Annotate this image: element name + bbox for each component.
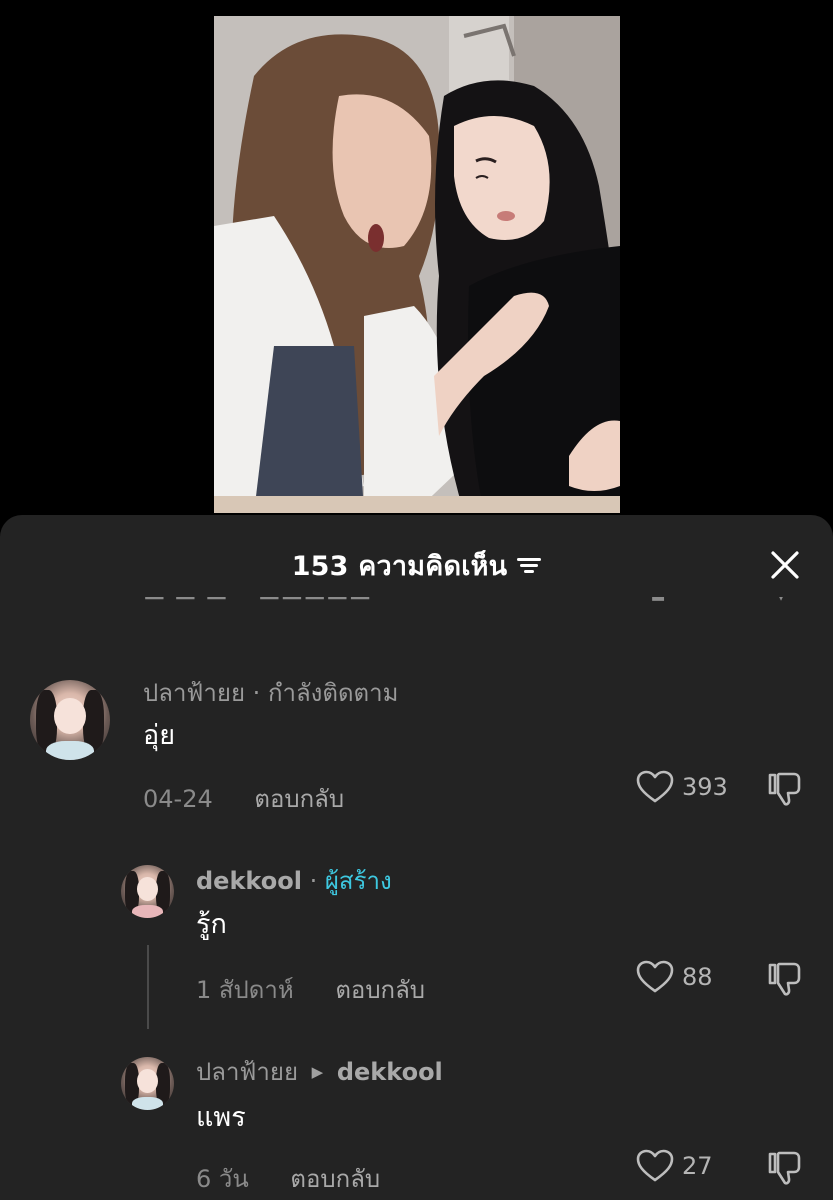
dislike-icon[interactable]	[766, 961, 804, 997]
reply-button[interactable]: ตอบกลับ	[254, 785, 344, 813]
comment-text: แพร	[196, 1102, 246, 1133]
following-status: กำลังติดตาม	[267, 679, 399, 707]
scrolled-off-reply: ▬▬▬▬▬	[258, 597, 371, 607]
scrolled-off-dislike: ▾	[775, 597, 787, 607]
thread-line	[147, 945, 149, 1029]
like-count: 88	[682, 963, 713, 991]
comment-footer: 1 สัปดาห์ ตอบกลับ	[196, 970, 425, 1009]
close-icon[interactable]	[769, 549, 801, 581]
comment-date: 04-24	[143, 785, 213, 813]
comment-meta: dekkool · ผู้สร้าง	[196, 861, 392, 900]
comments-sheet: 153 ความคิดเห็น ▬ ▬ ▬ ▬▬▬▬▬ ▪ ▾ ปลาฟ้ายย…	[0, 515, 833, 1200]
filter-icon[interactable]	[517, 555, 542, 575]
comment-username[interactable]: ปลาฟ้ายย	[196, 1058, 298, 1086]
comment-text: รู้ก	[196, 909, 227, 940]
comment-date: 6 วัน	[196, 1165, 249, 1193]
scrolled-off-date: ▬ ▬ ▬	[143, 597, 228, 607]
comment-meta: ปลาฟ้ายย ▶ dekkool	[196, 1052, 443, 1091]
reply-arrow-icon: ▶	[311, 1063, 324, 1081]
scrolled-off-row: ▬ ▬ ▬ ▬▬▬▬▬ ▪ ▾	[0, 597, 833, 611]
comment-text: อุ่ย	[143, 720, 176, 751]
avatar[interactable]	[30, 680, 110, 760]
dislike-icon[interactable]	[766, 771, 804, 807]
creator-badge: ผู้สร้าง	[324, 867, 392, 895]
video-frame	[214, 16, 620, 513]
meta-separator: ·	[252, 679, 261, 707]
avatar[interactable]	[121, 1057, 174, 1110]
comment-username[interactable]: dekkool	[196, 867, 302, 895]
dislike-icon[interactable]	[766, 1150, 804, 1186]
reply-button[interactable]: ตอบกลับ	[290, 1165, 380, 1193]
comment-username[interactable]: ปลาฟ้ายย	[143, 679, 245, 707]
comment-meta: ปลาฟ้ายย · กำลังติดตาม	[143, 673, 398, 712]
like-button[interactable]: 393	[636, 770, 728, 804]
comment-footer: 6 วัน ตอบกลับ	[196, 1159, 380, 1198]
comments-header: 153 ความคิดเห็น	[0, 545, 833, 585]
heart-icon	[636, 960, 674, 993]
like-button[interactable]: 27	[636, 1149, 713, 1183]
meta-separator: ·	[309, 867, 318, 895]
scrolled-off-like: ▪	[650, 597, 666, 607]
comment-footer: 04-24 ตอบกลับ	[143, 779, 344, 818]
comment-date: 1 สัปดาห์	[196, 976, 294, 1004]
avatar[interactable]	[121, 865, 174, 918]
like-count: 393	[682, 773, 728, 801]
like-count: 27	[682, 1152, 713, 1180]
comments-count-title: 153 ความคิดเห็น	[291, 550, 508, 582]
like-button[interactable]: 88	[636, 960, 713, 994]
video-player[interactable]	[214, 16, 620, 513]
reply-to-username[interactable]: dekkool	[337, 1058, 443, 1086]
heart-icon	[636, 1149, 674, 1182]
reply-button[interactable]: ตอบกลับ	[335, 976, 425, 1004]
heart-icon	[636, 770, 674, 803]
